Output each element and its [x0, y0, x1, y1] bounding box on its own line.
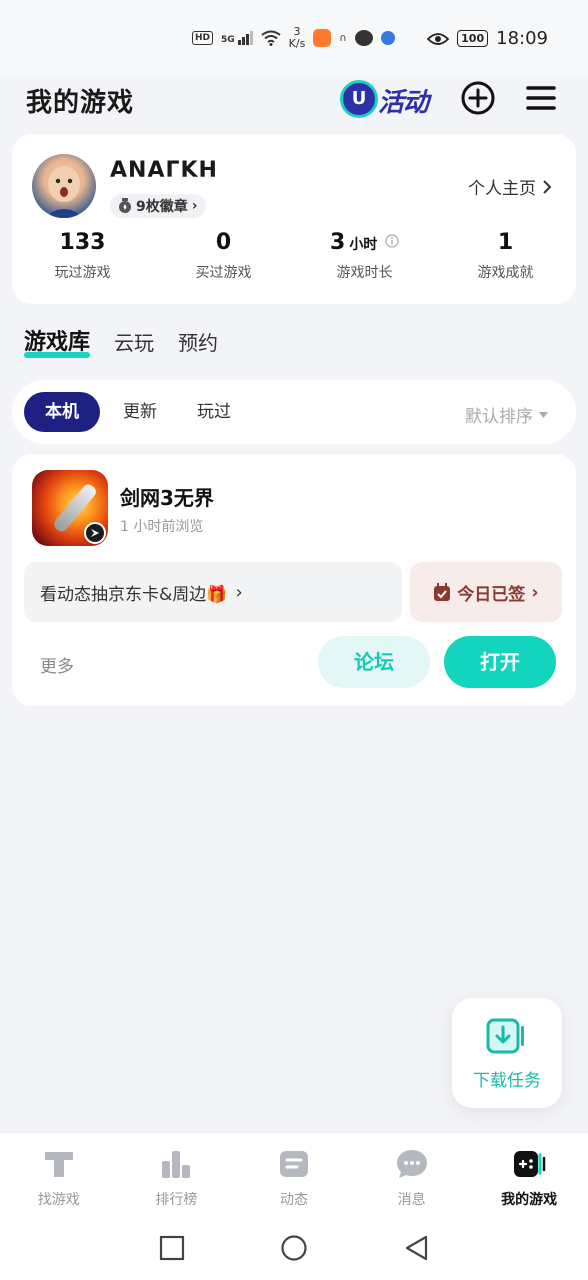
header: 我的游戏 U 活动: [0, 76, 588, 132]
chevron-right-icon: ›: [235, 581, 243, 603]
nav-messages[interactable]: 消息: [353, 1133, 471, 1216]
stat-value: 0: [215, 230, 232, 255]
badges-count: 9枚徽章: [136, 199, 188, 215]
stat-unit: 小时: [349, 237, 378, 253]
status-indicators: HD 5G 3 K/s ∩: [192, 26, 395, 50]
nav-label: 排行榜: [155, 1192, 198, 1208]
checkin-button[interactable]: 今日已签 ›: [410, 562, 562, 622]
recent-apps-icon[interactable]: [158, 1234, 186, 1262]
game-name[interactable]: 剑网3无界: [120, 482, 214, 511]
stat-label: 游戏时长: [336, 265, 393, 281]
sort-dropdown[interactable]: 默认排序: [465, 402, 548, 427]
hamburger-menu-icon: [526, 86, 556, 110]
homepage-link-label: 个人主页: [468, 179, 536, 199]
home-icon[interactable]: [280, 1234, 308, 1262]
wifi-icon: [261, 30, 281, 46]
nav-label: 找游戏: [37, 1192, 80, 1208]
battery-indicator: 100: [457, 30, 489, 47]
filter-local[interactable]: 本机: [24, 392, 100, 432]
calendar-check-icon: [434, 583, 451, 601]
download-tasks-label: 下载任务: [473, 1071, 541, 1091]
platform-logo-icon: [91, 529, 99, 537]
avatar-image: [44, 166, 84, 218]
more-link[interactable]: 更多: [40, 652, 74, 677]
chevron-right-icon: ›: [191, 198, 198, 214]
filter-played[interactable]: 玩过: [182, 392, 246, 432]
my-games-icon: [514, 1151, 546, 1177]
nav-feed[interactable]: 动态: [235, 1133, 353, 1216]
avatar[interactable]: [32, 154, 96, 218]
nav-label: 动态: [279, 1192, 308, 1208]
nav-ranking[interactable]: 排行榜: [118, 1133, 236, 1216]
tab-cloud-play[interactable]: 云玩: [114, 327, 154, 356]
activity-button[interactable]: U 活动: [340, 76, 436, 120]
stat-achievements[interactable]: 1 游戏成就: [435, 230, 576, 282]
message-icon: [396, 1150, 427, 1178]
status-right: 100 18:09: [427, 28, 548, 49]
info-icon[interactable]: [385, 234, 399, 248]
forum-button[interactable]: 论坛: [318, 636, 430, 688]
username: ΑΝΑΓΚΗ: [110, 158, 218, 183]
find-game-icon: [44, 1152, 73, 1177]
menu-button[interactable]: [523, 80, 559, 116]
promo-text: 看动态抽京东卡&周边🎁: [40, 584, 228, 605]
nav-my-games[interactable]: 我的游戏: [470, 1133, 588, 1216]
stats-row: 133 玩过游戏 0 买过游戏 3 小时 游戏时长 1 游戏成就: [12, 230, 576, 282]
system-navigation-bar: [0, 1216, 588, 1280]
stat-bought-games[interactable]: 0 买过游戏: [153, 230, 294, 282]
stat-label: 玩过游戏: [54, 265, 111, 281]
bottom-nav: 找游戏 排行榜 动态 消息 我的游戏: [0, 1132, 588, 1216]
download-tasks-button[interactable]: 下载任务: [452, 998, 562, 1108]
download-icon: [486, 1018, 524, 1054]
status-bar: HD 5G 3 K/s ∩ 100 18:09: [0, 0, 588, 76]
profile-card: ΑΝΑΓΚΗ 9枚徽章 › 个人主页 133 玩过游戏 0 买过游戏 3小时: [12, 134, 576, 304]
filter-updates[interactable]: 更新: [108, 392, 172, 432]
nav-label: 消息: [397, 1192, 426, 1208]
app-notification-icon: [313, 29, 332, 47]
stat-value: 3 小时: [294, 230, 435, 258]
nav-label: 我的游戏: [501, 1192, 558, 1208]
stat-played-games[interactable]: 133 玩过游戏: [12, 230, 153, 282]
chat-bubble-icon: [354, 30, 373, 46]
promo-banner[interactable]: 看动态抽京东卡&周边🎁 ›: [24, 562, 402, 622]
page-title: 我的游戏: [26, 88, 135, 118]
caret-down-icon: [539, 411, 548, 418]
eye-icon: [427, 32, 450, 45]
game-card: 剑网3无界 1 小时前浏览 看动态抽京东卡&周边🎁 › 今日已签 › 更多 论坛…: [12, 454, 576, 706]
tab-reservations[interactable]: 预约: [178, 327, 218, 356]
nav-find-games[interactable]: 找游戏: [0, 1133, 118, 1216]
stat-label: 买过游戏: [195, 265, 252, 281]
stat-value: 1: [497, 230, 514, 255]
add-button[interactable]: [460, 80, 496, 116]
network-speed: 3 K/s: [288, 25, 306, 50]
ranking-icon: [162, 1151, 191, 1178]
medal-icon: [119, 198, 131, 213]
last-browsed: 1 小时前浏览: [120, 519, 204, 535]
cellular-signal-icon: 5G: [221, 31, 253, 45]
activity-label: 活动: [378, 88, 429, 118]
clock: 18:09: [496, 28, 548, 49]
main-tabs: 游戏库 云玩 预约: [24, 324, 218, 358]
sort-label: 默认排序: [465, 407, 533, 427]
checkin-label: 今日已签: [457, 584, 526, 605]
filter-bar: 本机 更新 玩过 默认排序: [12, 380, 576, 444]
chevron-right-icon: [543, 179, 552, 194]
open-button[interactable]: 打开: [444, 636, 556, 688]
tab-game-library[interactable]: 游戏库: [24, 324, 91, 358]
stat-play-time[interactable]: 3 小时 游戏时长: [294, 230, 435, 282]
stat-label: 游戏成就: [477, 265, 534, 281]
back-icon[interactable]: [402, 1234, 430, 1262]
activity-logo-icon: U: [340, 80, 378, 118]
small-notification-icon: ∩: [339, 32, 347, 44]
homepage-link[interactable]: 个人主页: [468, 174, 552, 199]
blue-app-icon: [380, 31, 395, 45]
platform-badge-icon: [84, 522, 106, 544]
chevron-right-icon: ›: [531, 581, 539, 603]
stat-value: 133: [59, 230, 106, 255]
feed-icon: [279, 1151, 308, 1177]
plus-circle-icon: [461, 81, 495, 115]
badges-pill[interactable]: 9枚徽章 ›: [110, 194, 206, 218]
hd-indicator: HD: [192, 31, 214, 45]
